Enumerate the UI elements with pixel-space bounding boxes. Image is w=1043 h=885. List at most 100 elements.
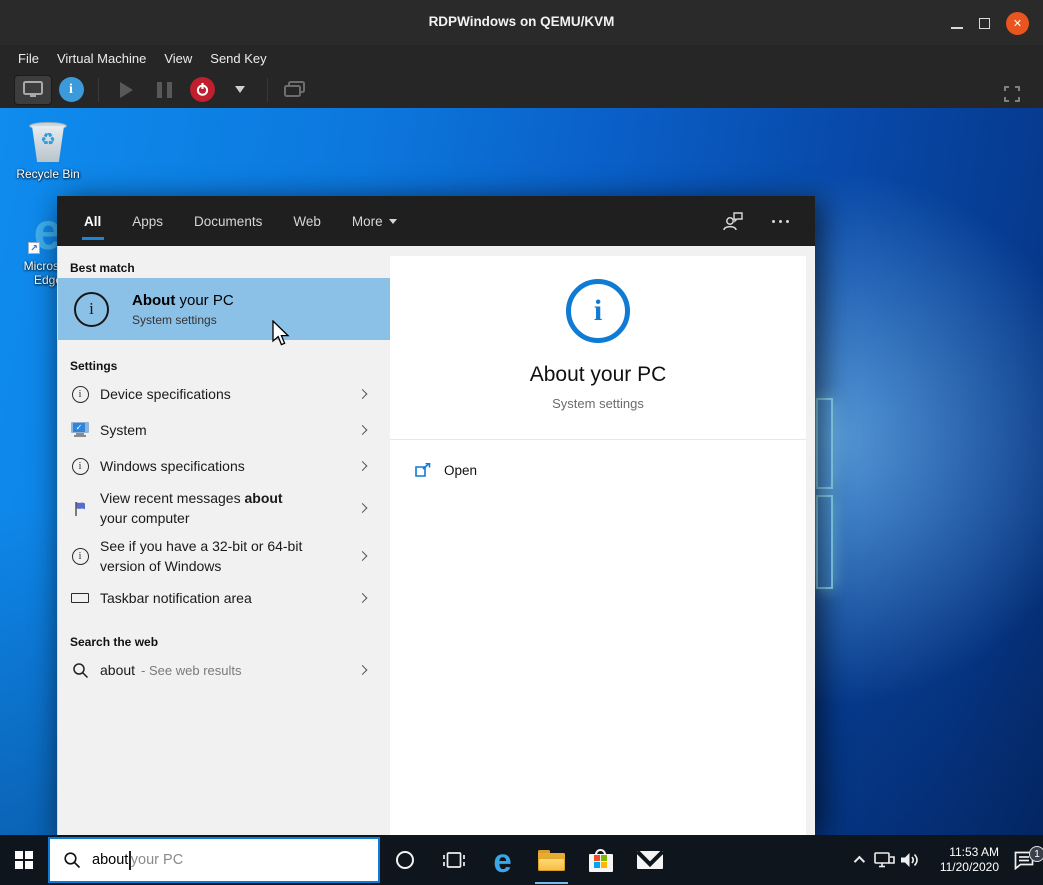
- search-tabs-bar: All Apps Documents Web More: [57, 196, 815, 246]
- mail-button[interactable]: [625, 835, 674, 885]
- dropdown-arrow-icon: [235, 86, 245, 93]
- search-flyout: All Apps Documents Web More Best match: [57, 196, 815, 835]
- store-icon: [589, 849, 613, 872]
- settings-item-label: System: [100, 420, 147, 440]
- fullscreen-button[interactable]: [997, 79, 1027, 109]
- open-action-label: Open: [444, 463, 477, 478]
- wallpaper-logo-pane: [816, 495, 833, 589]
- clock-date: 11/20/2020: [929, 860, 999, 875]
- ellipsis-icon[interactable]: [772, 220, 789, 223]
- settings-item-system[interactable]: System: [58, 412, 390, 448]
- taskbar-clock[interactable]: 11:53 AM 11/20/2020: [929, 845, 999, 875]
- running-app-indicator: [535, 882, 568, 885]
- settings-item-device-specifications[interactable]: Device specifications: [58, 376, 390, 412]
- menu-virtual-machine[interactable]: Virtual Machine: [57, 51, 146, 66]
- close-icon[interactable]: [1006, 12, 1029, 35]
- file-explorer-icon: [538, 850, 565, 871]
- info-icon: [72, 548, 89, 565]
- settings-item-windows-specifications[interactable]: Windows specifications: [58, 448, 390, 484]
- file-explorer-button[interactable]: [527, 835, 576, 885]
- minimize-icon[interactable]: [951, 27, 963, 29]
- best-match-subtitle: System settings: [132, 313, 234, 327]
- power-icon: [190, 77, 215, 102]
- tab-web[interactable]: Web: [293, 196, 321, 246]
- start-button[interactable]: [0, 835, 48, 885]
- cursor-arrow-icon: [272, 320, 291, 347]
- tab-all[interactable]: All: [84, 196, 101, 246]
- web-result-about[interactable]: about - See web results: [58, 652, 390, 688]
- menu-send-key[interactable]: Send Key: [210, 51, 266, 66]
- play-icon: [120, 82, 133, 98]
- menu-file[interactable]: File: [18, 51, 39, 66]
- tab-apps[interactable]: Apps: [132, 196, 163, 246]
- settings-item-32-or-64-bit[interactable]: See if you have a 32-bit or 64-bitversio…: [58, 532, 390, 580]
- tray-overflow-button[interactable]: [845, 856, 871, 864]
- settings-item-view-recent-messages[interactable]: View recent messages aboutyour computer: [58, 484, 390, 532]
- clock-time: 11:53 AM: [929, 845, 999, 860]
- search-results-list: Best match About your PC System settings…: [57, 246, 390, 835]
- info-button[interactable]: [52, 75, 90, 105]
- notification-badge: 1: [1029, 846, 1043, 862]
- settings-item-label: See if you have a 32-bit or 64-bitversio…: [100, 536, 302, 576]
- info-icon: [59, 77, 84, 102]
- volume-button[interactable]: [897, 851, 923, 869]
- chevron-right-icon: [358, 503, 368, 513]
- system-monitor-icon: [71, 422, 89, 438]
- chevron-right-icon: [358, 389, 368, 399]
- search-web-section-header: Search the web: [58, 632, 390, 652]
- taskbar-area-icon: [71, 593, 89, 603]
- system-tray: 11:53 AM 11/20/2020 1: [845, 835, 1041, 885]
- titlebar[interactable]: RDPWindows on QEMU/KVM: [0, 0, 1043, 45]
- info-icon: [72, 458, 89, 475]
- user-account-icon[interactable]: [722, 211, 744, 231]
- tab-more-label: More: [352, 214, 383, 229]
- best-match-title: About your PC: [132, 292, 234, 309]
- search-suggestion-text: your PC: [131, 852, 183, 868]
- external-open-icon: [415, 463, 432, 478]
- network-button[interactable]: [871, 851, 897, 869]
- settings-item-label: Device specifications: [100, 384, 231, 404]
- network-icon: [873, 851, 895, 869]
- fullscreen-icon: [1004, 86, 1020, 102]
- menubar: File Virtual Machine View Send Key: [0, 45, 1043, 71]
- display-icon: [23, 81, 43, 98]
- taskbar-search-input[interactable]: about your PC: [48, 837, 380, 883]
- separator: [98, 78, 99, 102]
- preview-title: About your PC: [530, 363, 667, 387]
- settings-item-taskbar-notification-area[interactable]: Taskbar notification area: [58, 580, 390, 616]
- settings-section-header: Settings: [58, 356, 390, 376]
- run-button[interactable]: [107, 75, 145, 105]
- maximize-icon[interactable]: [979, 18, 990, 29]
- windows-start-icon: [15, 851, 33, 869]
- best-match-item-about-your-pc[interactable]: About your PC System settings: [58, 278, 390, 340]
- task-view-icon: [443, 851, 465, 870]
- shutdown-menu-button[interactable]: [221, 75, 259, 105]
- desktop-wallpaper: Recycle Bin Microsoft Edge All Apps Docu…: [0, 108, 1043, 835]
- store-button[interactable]: [576, 835, 625, 885]
- edge-taskbar-button[interactable]: [478, 835, 527, 885]
- edge-icon: [493, 844, 511, 877]
- preview-subtitle: System settings: [552, 396, 644, 411]
- desktop-icon-recycle-bin[interactable]: Recycle Bin: [8, 120, 88, 181]
- virtual-displays-button[interactable]: [276, 75, 314, 105]
- settings-item-label: Taskbar notification area: [100, 588, 252, 608]
- chevron-right-icon: [358, 425, 368, 435]
- open-action[interactable]: Open: [390, 440, 806, 478]
- menu-view[interactable]: View: [164, 51, 192, 66]
- tab-more[interactable]: More: [352, 196, 397, 246]
- settings-item-label: View recent messages aboutyour computer: [100, 488, 283, 528]
- info-icon: [566, 279, 630, 343]
- flag-icon: [72, 500, 88, 517]
- wallpaper-logo-pane: [816, 398, 833, 489]
- cortana-button[interactable]: [380, 835, 429, 885]
- task-view-button[interactable]: [429, 835, 478, 885]
- info-icon: [74, 292, 109, 327]
- web-result-hint: - See web results: [141, 663, 241, 678]
- cortana-icon: [396, 851, 414, 869]
- action-center-button[interactable]: 1: [1007, 850, 1041, 870]
- pause-icon: [157, 82, 172, 98]
- pause-button[interactable]: [145, 75, 183, 105]
- tab-documents[interactable]: Documents: [194, 196, 262, 246]
- shutdown-button[interactable]: [183, 75, 221, 105]
- display-button[interactable]: [14, 75, 52, 105]
